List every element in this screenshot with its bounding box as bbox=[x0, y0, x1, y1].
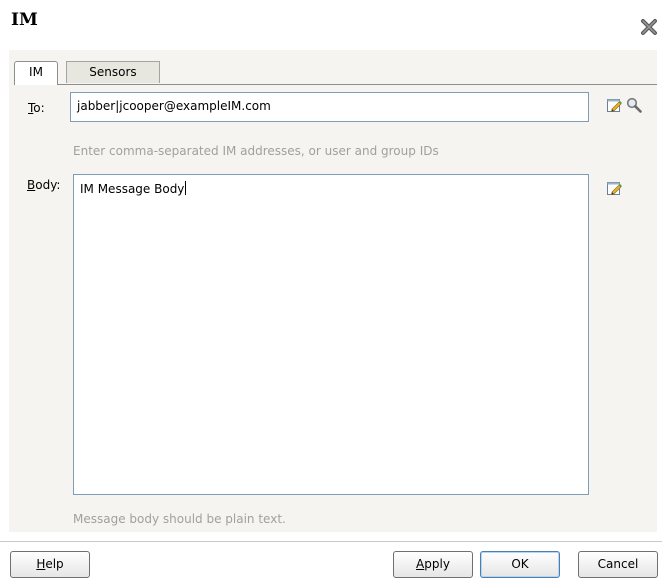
tab-divider bbox=[14, 84, 657, 85]
tab-im[interactable]: IM bbox=[14, 61, 58, 85]
close-icon[interactable] bbox=[640, 18, 658, 36]
body-label-mnemonic: B bbox=[27, 178, 36, 192]
to-field-value: jabber|jcooper@exampleIM.com bbox=[77, 99, 271, 113]
help-button[interactable]: Help bbox=[10, 551, 90, 578]
dialog-title: IM bbox=[11, 10, 38, 30]
to-label-rest: o: bbox=[33, 101, 45, 115]
apply-button[interactable]: Apply bbox=[393, 551, 473, 578]
to-label: To: bbox=[28, 101, 45, 115]
to-field[interactable]: jabber|jcooper@exampleIM.com bbox=[70, 92, 589, 122]
help-rest: elp bbox=[45, 557, 64, 571]
tab-sensors[interactable]: Sensors bbox=[66, 61, 160, 83]
to-hint: Enter comma-separated IM addresses, or u… bbox=[73, 144, 439, 158]
body-label-rest: ody: bbox=[35, 178, 61, 192]
body-label: Body: bbox=[27, 178, 60, 192]
text-caret bbox=[185, 181, 187, 195]
apply-rest: pply bbox=[424, 557, 450, 571]
cancel-button[interactable]: Cancel bbox=[578, 551, 658, 578]
help-mnemonic: H bbox=[36, 557, 46, 571]
ok-button[interactable]: OK bbox=[480, 551, 560, 578]
footer-divider bbox=[0, 541, 662, 542]
search-icon[interactable] bbox=[626, 97, 642, 113]
body-hint: Message body should be plain text. bbox=[73, 512, 286, 526]
body-textarea-value: IM Message Body bbox=[80, 182, 185, 196]
edit-icon[interactable] bbox=[606, 97, 622, 113]
edit-icon[interactable] bbox=[606, 180, 622, 196]
body-textarea[interactable]: IM Message Body bbox=[73, 174, 589, 495]
